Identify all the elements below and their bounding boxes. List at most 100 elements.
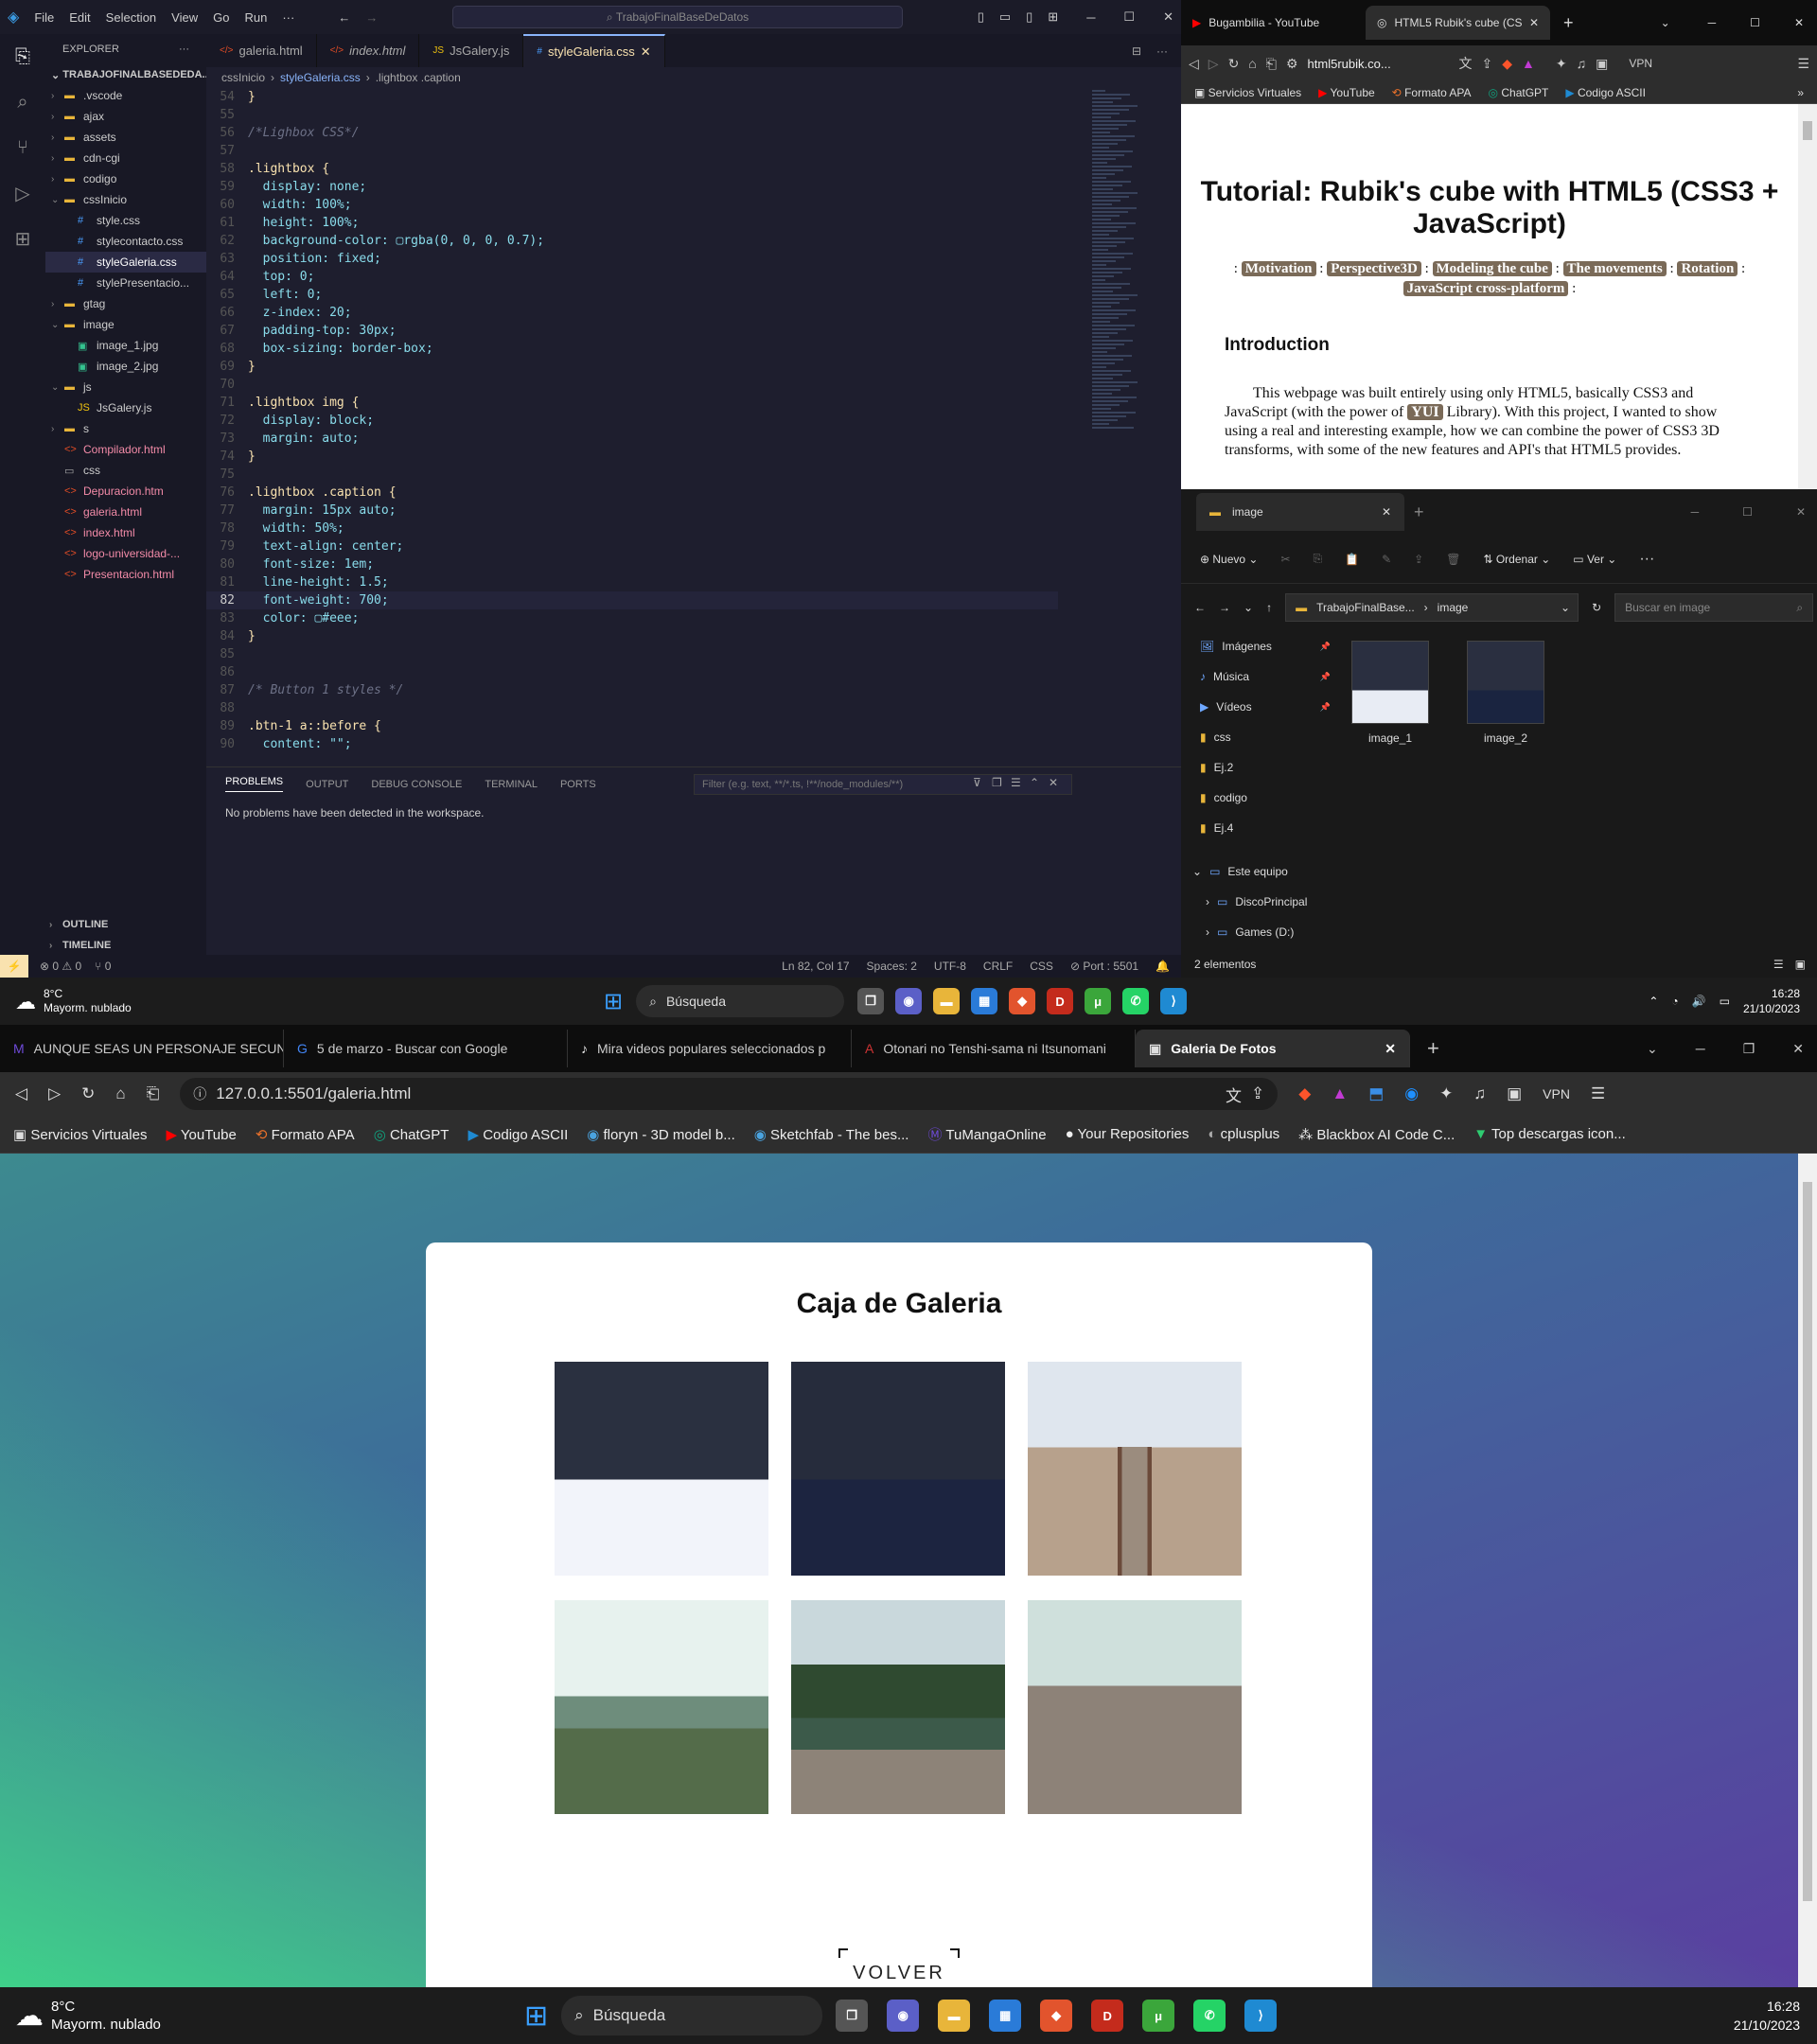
bookmark-item[interactable]: ◉ floryn - 3D model b... (587, 1126, 734, 1143)
maximize-panel-icon[interactable]: ⌃ (1030, 776, 1039, 789)
maximize-icon[interactable]: ☐ (1123, 9, 1135, 25)
tree-item[interactable]: # style.css (45, 210, 206, 231)
status-item[interactable]: Ln 82, Col 17 (782, 960, 849, 973)
vscode-icon[interactable]: ⟩ (1244, 2000, 1278, 2032)
translate-icon[interactable]: 文 (1459, 54, 1473, 73)
paste-icon[interactable]: 📋 (1345, 553, 1359, 566)
minimize-icon[interactable]: ─ (1086, 10, 1095, 25)
utorrent-icon[interactable]: μ (1142, 2000, 1175, 2032)
remote-icon[interactable]: ⚡ (0, 955, 28, 978)
vscode-icon[interactable]: ⟩ (1160, 988, 1188, 1014)
maximize-icon[interactable]: ☐ (1750, 16, 1760, 29)
chevron-up-icon[interactable]: ⌃ (1649, 994, 1658, 1009)
gallery-image-concrete-bunker[interactable] (1028, 1600, 1242, 1814)
close-icon[interactable]: ✕ (1792, 1041, 1804, 1057)
devcpp-icon[interactable]: D (1047, 988, 1074, 1014)
search-icon[interactable]: ⌕ (0, 79, 45, 125)
gallery-image-wooden-pier[interactable] (791, 1600, 1005, 1814)
brave-shields-icon[interactable]: ◆ (1298, 1084, 1311, 1103)
browser-tab[interactable]: A Otonari no Tenshi-sama ni Itsunomani (852, 1030, 1136, 1067)
taskbar-search[interactable]: ⌕ Búsqueda (561, 1996, 823, 2035)
collapse-icon[interactable]: ☰ (1011, 776, 1021, 789)
minimize-icon[interactable]: ─ (1708, 16, 1717, 29)
section-link[interactable]: JavaScript cross-platform (1402, 281, 1569, 296)
yui-link[interactable]: YUI (1407, 404, 1443, 420)
battery-icon[interactable]: ▭ (1720, 994, 1730, 1009)
taskbar-search[interactable]: ⌕ Búsqueda (636, 985, 845, 1017)
panel-tab[interactable]: PORTS (560, 779, 596, 790)
new-tab-icon[interactable]: + (1427, 1036, 1439, 1061)
menu-item-run[interactable]: Run (244, 10, 267, 25)
brave-rewards-icon[interactable]: ▲ (1332, 1084, 1348, 1103)
home-icon[interactable]: ⌂ (115, 1084, 125, 1103)
layout-secondary-icon[interactable]: ▯ (1026, 9, 1032, 25)
rename-icon[interactable]: ✎ (1382, 553, 1391, 566)
menu-icon[interactable]: ☰ (1797, 56, 1809, 72)
clock[interactable]: 16:28 21/10/2023 (1743, 986, 1800, 1016)
panel-tab[interactable]: PROBLEMS (225, 776, 284, 792)
outline-section[interactable]: › OUTLINE (45, 914, 206, 935)
forward-icon[interactable]: ▷ (48, 1084, 61, 1103)
customize-layout-icon[interactable]: ⊞ (1048, 9, 1058, 25)
gallery-image-railway[interactable] (1028, 1362, 1242, 1576)
volume-icon[interactable]: 🔊 (1692, 994, 1706, 1009)
bookmark-item[interactable]: ⟲ Formato APA (256, 1126, 355, 1143)
extension-icon[interactable]: ◉ (1404, 1084, 1419, 1103)
tree-item[interactable]: # stylecontacto.css (45, 231, 206, 252)
tree-item[interactable]: <> Compilador.html (45, 439, 206, 460)
section-link[interactable]: Rotation (1677, 261, 1738, 276)
ports-count[interactable]: ⑂ 0 (95, 960, 111, 973)
bookmark-item[interactable]: ▶ YouTube (1318, 86, 1375, 99)
problems-count[interactable]: ⊗ 0 ⚠ 0 (40, 960, 81, 973)
address-bar[interactable]: ⓘ 127.0.0.1:5501/galeria.html 文 ⇪ (180, 1078, 1279, 1110)
store-icon[interactable]: ▦ (971, 988, 998, 1014)
more-bookmarks-icon[interactable]: » (1797, 86, 1804, 99)
gallery-image-screenshot-2[interactable] (791, 1362, 1005, 1576)
chevron-down-icon[interactable]: ⌄ (1647, 1041, 1658, 1057)
task-view-icon[interactable]: ❐ (836, 2000, 869, 2032)
menu-icon[interactable]: ☰ (1591, 1084, 1605, 1103)
weather-widget[interactable]: ☁ 8°C Mayorm. nublado (0, 987, 132, 1015)
close-panel-icon[interactable]: ✕ (1049, 776, 1058, 789)
brave-icon[interactable]: ◆ (1040, 2000, 1073, 2032)
layout-sidebar-icon[interactable]: ▯ (978, 9, 984, 25)
windows-start-icon[interactable]: ⊞ (604, 988, 623, 1015)
new-tab-icon[interactable]: + (1414, 502, 1424, 522)
close-tab-icon[interactable]: ✕ (1382, 505, 1391, 519)
tree-item[interactable]: <> galeria.html (45, 502, 206, 522)
back-icon[interactable]: ◁ (1189, 56, 1199, 72)
path-bar[interactable]: ▬ TrabajoFinalBase... › image ⌄ (1285, 593, 1579, 622)
delete-icon[interactable]: 🗑 (1446, 553, 1460, 566)
tree-item[interactable]: › ▬ .vscode (45, 85, 206, 106)
vpn-button[interactable]: VPN (1543, 1086, 1570, 1101)
site-info-icon[interactable]: ⚙ (1286, 56, 1298, 72)
details-view-icon[interactable]: ☰ (1773, 958, 1784, 971)
tree-item[interactable]: <> logo-universidad-... (45, 543, 206, 564)
timeline-section[interactable]: › TIMELINE (45, 935, 206, 956)
close-tab-icon[interactable]: ✕ (1385, 1041, 1396, 1057)
layout-panel-icon[interactable]: ▭ (999, 9, 1011, 25)
bookmark-item[interactable]: ▼ Top descargas icon... (1473, 1126, 1626, 1142)
tree-item[interactable]: ▭ css (45, 460, 206, 481)
status-item[interactable]: UTF-8 (934, 960, 966, 973)
code-editor[interactable]: 54} 55 56/*Lighbox CSS*/ 57 58 .lightbox {59 … (206, 88, 1058, 766)
nav-item[interactable]: ♪ Música 📌 (1189, 661, 1331, 692)
scrollbar-thumb[interactable] (1803, 1182, 1812, 1901)
explorer-icon[interactable]: ⎘ (0, 34, 45, 79)
tree-item[interactable]: <> Presentacion.html (45, 564, 206, 585)
tree-item[interactable]: › ▬ s (45, 418, 206, 439)
tree-item[interactable]: › ▬ codigo (45, 168, 206, 189)
menu-item-edit[interactable]: Edit (69, 10, 90, 25)
editor-tab[interactable]: </> galeria.html (206, 34, 317, 67)
forward-icon[interactable]: ▷ (1208, 56, 1219, 72)
share-icon[interactable]: ⇪ (1482, 56, 1493, 72)
page-scrollbar[interactable] (1798, 1154, 1817, 1987)
browser-tab[interactable]: M AUNQUE SEAS UN PERSONAJE SECUN (0, 1030, 284, 1067)
tree-item[interactable]: ⌄ ▬ js (45, 377, 206, 397)
bookmark-item[interactable]: ◎ ChatGPT (1489, 86, 1549, 99)
teams-icon[interactable]: ◉ (887, 2000, 920, 2032)
section-link[interactable]: Modeling the cube (1432, 261, 1552, 276)
bookmark-item[interactable]: ▶ YouTube (166, 1126, 236, 1143)
bookmark-item[interactable]: ▣ Servicios Virtuales (1194, 86, 1301, 99)
file-explorer-icon[interactable]: ▬ (938, 2000, 971, 2032)
